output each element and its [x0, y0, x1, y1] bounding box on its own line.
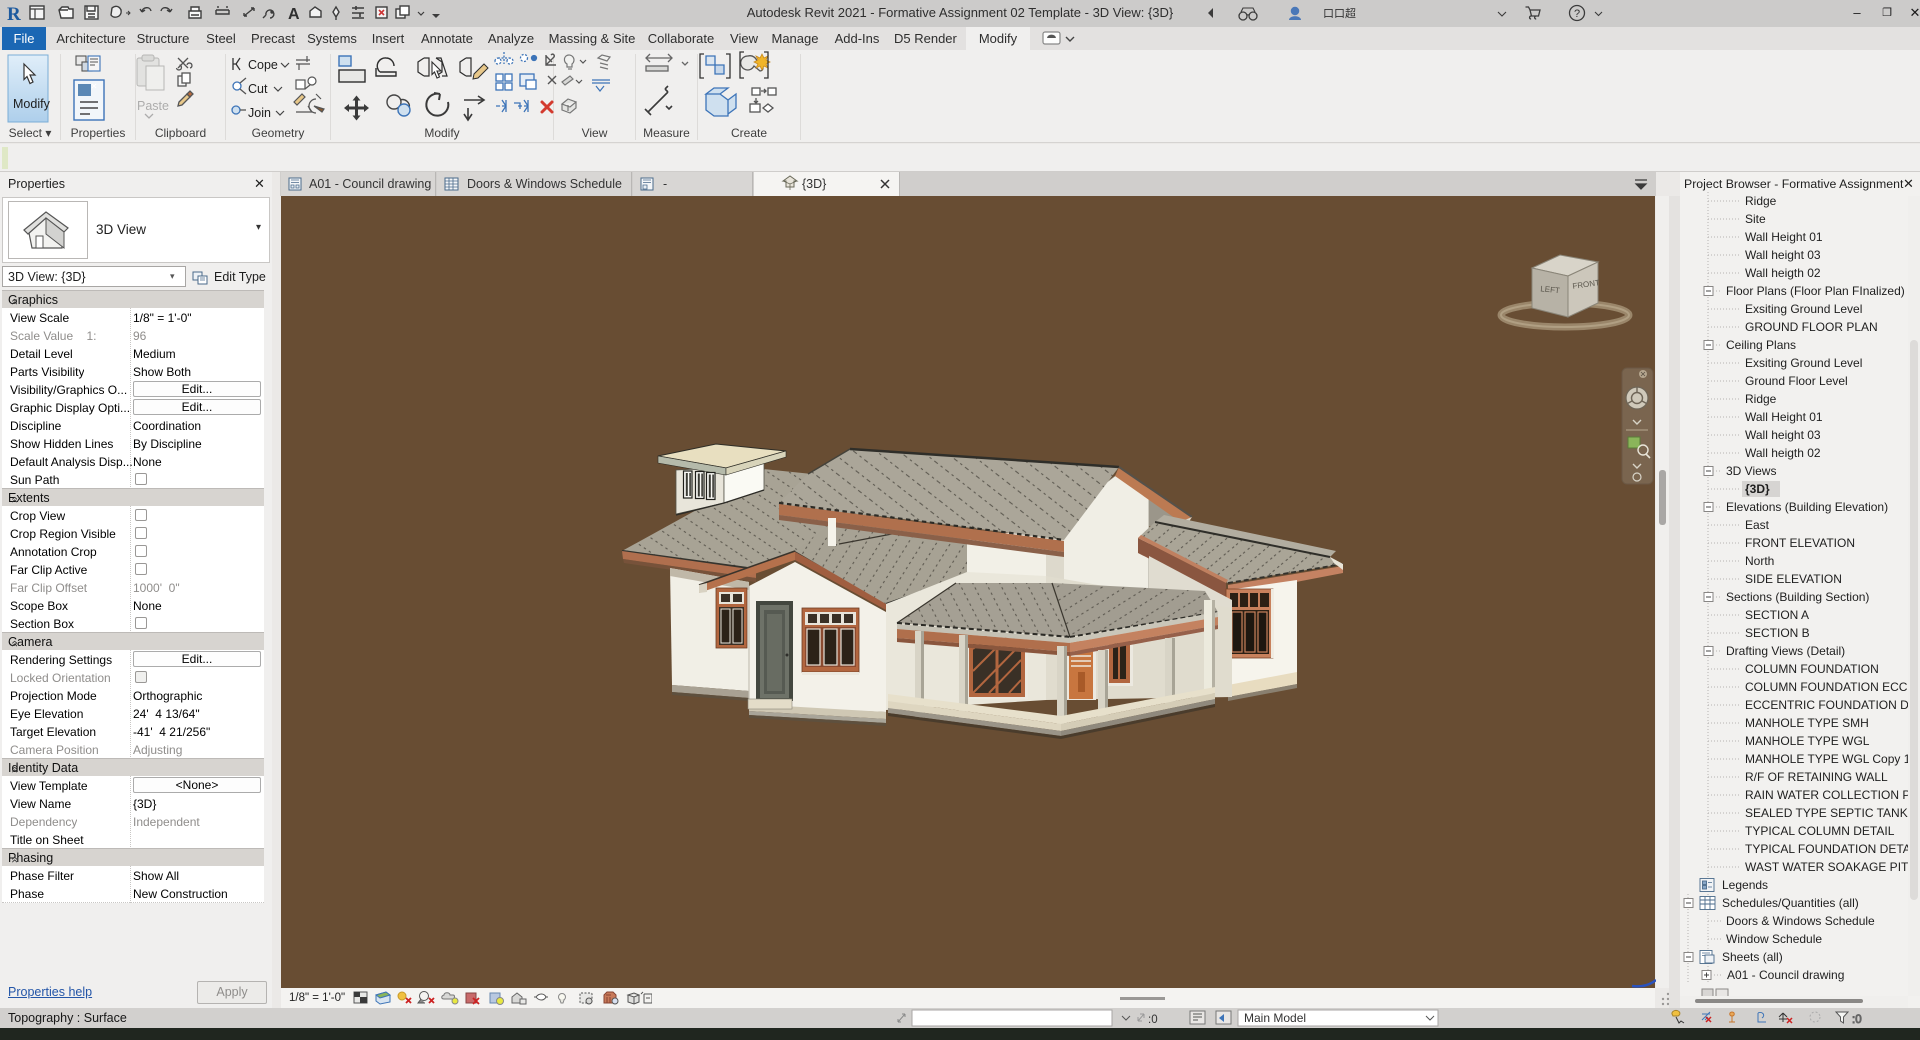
- svg-text:A01 - Council drawing: A01 - Council drawing: [1727, 968, 1844, 982]
- svg-text:Main Model: Main Model: [1244, 1011, 1306, 1025]
- svg-text:North: North: [1745, 554, 1774, 568]
- svg-text:Drafting Views (Detail): Drafting Views (Detail): [1726, 644, 1845, 658]
- svg-text:Paste: Paste: [137, 99, 169, 113]
- svg-text:Elevations (Building Elevation: Elevations (Building Elevation): [1726, 500, 1888, 514]
- svg-text:FRONT ELEVATION: FRONT ELEVATION: [1745, 536, 1855, 550]
- svg-text:Schedules/Quantities (all): Schedules/Quantities (all): [1722, 896, 1859, 910]
- svg-text:Join: Join: [248, 106, 271, 120]
- svg-text:Wall height 03: Wall height 03: [1745, 248, 1821, 262]
- svg-text:Wall Height 01: Wall Height 01: [1745, 410, 1823, 424]
- svg-text:COLUMN FOUNDATION: COLUMN FOUNDATION: [1745, 662, 1879, 676]
- svg-text:East: East: [1745, 518, 1770, 532]
- svg-text:MANHOLE TYPE WGL Copy 1: MANHOLE TYPE WGL Copy 1: [1745, 752, 1911, 766]
- svg-text:WAST WATER SOAKAGE PIT: WAST WATER SOAKAGE PIT: [1745, 860, 1909, 874]
- svg-text:SECTION A: SECTION A: [1745, 608, 1809, 622]
- svg-text:Sections (Building Section): Sections (Building Section): [1726, 590, 1869, 604]
- svg-text:R: R: [7, 4, 21, 25]
- svg-text:SEALED TYPE SEPTIC TANK: SEALED TYPE SEPTIC TANK: [1745, 806, 1908, 820]
- svg-text:A: A: [288, 6, 300, 23]
- svg-text::0: :0: [1148, 1014, 1158, 1026]
- svg-text:Sheets (all): Sheets (all): [1722, 950, 1783, 964]
- svg-text:Doors & Windows Schedule: Doors & Windows Schedule: [1726, 914, 1875, 928]
- svg-text:{3D}: {3D}: [1745, 482, 1770, 496]
- svg-text:Modify: Modify: [13, 97, 51, 111]
- svg-text:Wall Height 01: Wall Height 01: [1745, 230, 1823, 244]
- svg-text:3D Views: 3D Views: [1726, 464, 1776, 478]
- svg-text:R/F OF RETAINING WALL: R/F OF RETAINING WALL: [1745, 770, 1888, 784]
- svg-text:Legends: Legends: [1722, 878, 1768, 892]
- svg-text:SECTION B: SECTION B: [1745, 626, 1810, 640]
- svg-text:Wall heigth 02: Wall heigth 02: [1745, 266, 1821, 280]
- svg-text:SIDE ELEVATION: SIDE ELEVATION: [1745, 572, 1842, 586]
- svg-text:Site: Site: [1745, 212, 1766, 226]
- svg-text:?: ?: [1574, 8, 1580, 20]
- svg-text:Cope: Cope: [248, 58, 278, 72]
- svg-text:Cut: Cut: [248, 82, 268, 96]
- svg-text:MANHOLE TYPE WGL: MANHOLE TYPE WGL: [1745, 734, 1870, 748]
- svg-text:Window Schedule: Window Schedule: [1726, 932, 1822, 946]
- svg-text:Exsiting Ground Level: Exsiting Ground Level: [1745, 356, 1862, 370]
- svg-text:Ridge: Ridge: [1745, 392, 1777, 406]
- svg-text:MANHOLE TYPE SMH: MANHOLE TYPE SMH: [1745, 716, 1869, 730]
- svg-text:TYPICAL FOUNDATION DETAI: TYPICAL FOUNDATION DETAI: [1745, 842, 1914, 856]
- svg-text:Ground Floor Level: Ground Floor Level: [1745, 374, 1848, 388]
- svg-text:TYPICAL COLUMN DETAIL: TYPICAL COLUMN DETAIL: [1745, 824, 1895, 838]
- svg-text:口口超: 口口超: [1323, 6, 1356, 20]
- svg-text:COLUMN FOUNDATION ECCEN: COLUMN FOUNDATION ECCEN: [1745, 680, 1920, 694]
- svg-text:Ceiling Plans: Ceiling Plans: [1726, 338, 1796, 352]
- svg-text:GROUND FLOOR PLAN: GROUND FLOOR PLAN: [1745, 320, 1878, 334]
- svg-text:Exsiting Ground Level: Exsiting Ground Level: [1745, 302, 1862, 316]
- svg-text:Floor Plans (Floor Plan FInali: Floor Plans (Floor Plan FInalized): [1726, 284, 1905, 298]
- svg-text:RAIN WATER COLLECTION PIT: RAIN WATER COLLECTION PIT: [1745, 788, 1920, 802]
- svg-text:Wall height 03: Wall height 03: [1745, 428, 1821, 442]
- svg-text:ECCENTRIC FOUNDATION DETА: ECCENTRIC FOUNDATION DETА: [1745, 698, 1920, 712]
- svg-text:Wall heigth 02: Wall heigth 02: [1745, 446, 1821, 460]
- svg-text:Ridge: Ridge: [1745, 194, 1777, 208]
- svg-text::0: :0: [1852, 1014, 1862, 1026]
